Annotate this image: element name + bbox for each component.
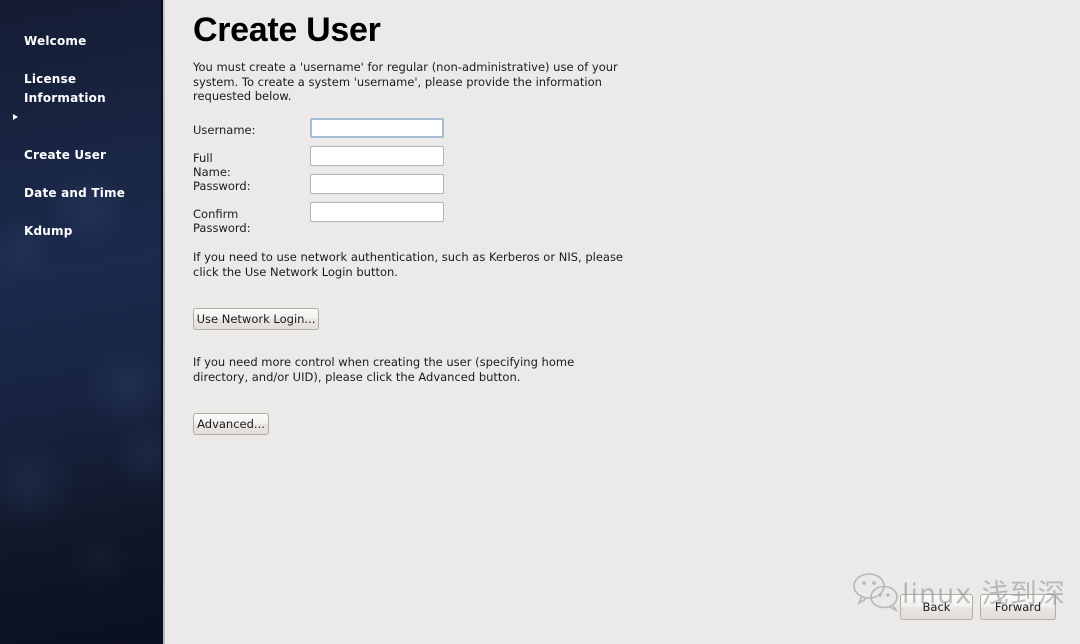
use-network-login-button[interactable]: Use Network Login...	[193, 308, 319, 330]
intro-text: You must create a 'username' for regular…	[193, 60, 618, 104]
sidebar-item-date-and-time[interactable]: Date and Time	[0, 165, 161, 203]
sidebar-item-welcome[interactable]: Welcome	[0, 13, 161, 51]
network-login-description: If you need to use network authenticatio…	[193, 250, 624, 279]
sidebar-item-license-information[interactable]: License Information	[0, 51, 161, 108]
sidebar-nav: Welcome License Information Create User …	[0, 13, 161, 241]
main-panel: Create User You must create a 'username'…	[165, 0, 1080, 644]
password-input[interactable]	[310, 174, 444, 194]
full-name-input[interactable]	[310, 146, 444, 166]
advanced-description: If you need more control when creating t…	[193, 355, 575, 384]
confirm-password-label: Confirm Password:	[193, 207, 251, 235]
sidebar-item-create-user[interactable]: Create User	[0, 108, 161, 165]
advanced-button[interactable]: Advanced...	[193, 413, 269, 435]
sidebar-item-label: Welcome	[24, 34, 87, 48]
username-input[interactable]	[310, 118, 444, 138]
password-label: Password:	[193, 179, 251, 193]
current-step-arrow-icon	[13, 114, 18, 120]
full-name-label: Full Name:	[193, 151, 231, 179]
forward-button[interactable]: Forward	[980, 594, 1056, 620]
back-button[interactable]: Back	[900, 594, 973, 620]
confirm-password-input[interactable]	[310, 202, 444, 222]
sidebar: Welcome License Information Create User …	[0, 0, 163, 644]
sidebar-item-kdump[interactable]: Kdump	[0, 203, 161, 241]
sidebar-item-label: Create User	[24, 148, 107, 162]
sidebar-item-label: Date and Time	[24, 186, 126, 200]
username-label: Username:	[193, 123, 256, 137]
sidebar-item-label: Kdump	[24, 224, 73, 238]
sidebar-item-label: License Information	[24, 72, 106, 105]
page-title: Create User	[193, 11, 381, 49]
